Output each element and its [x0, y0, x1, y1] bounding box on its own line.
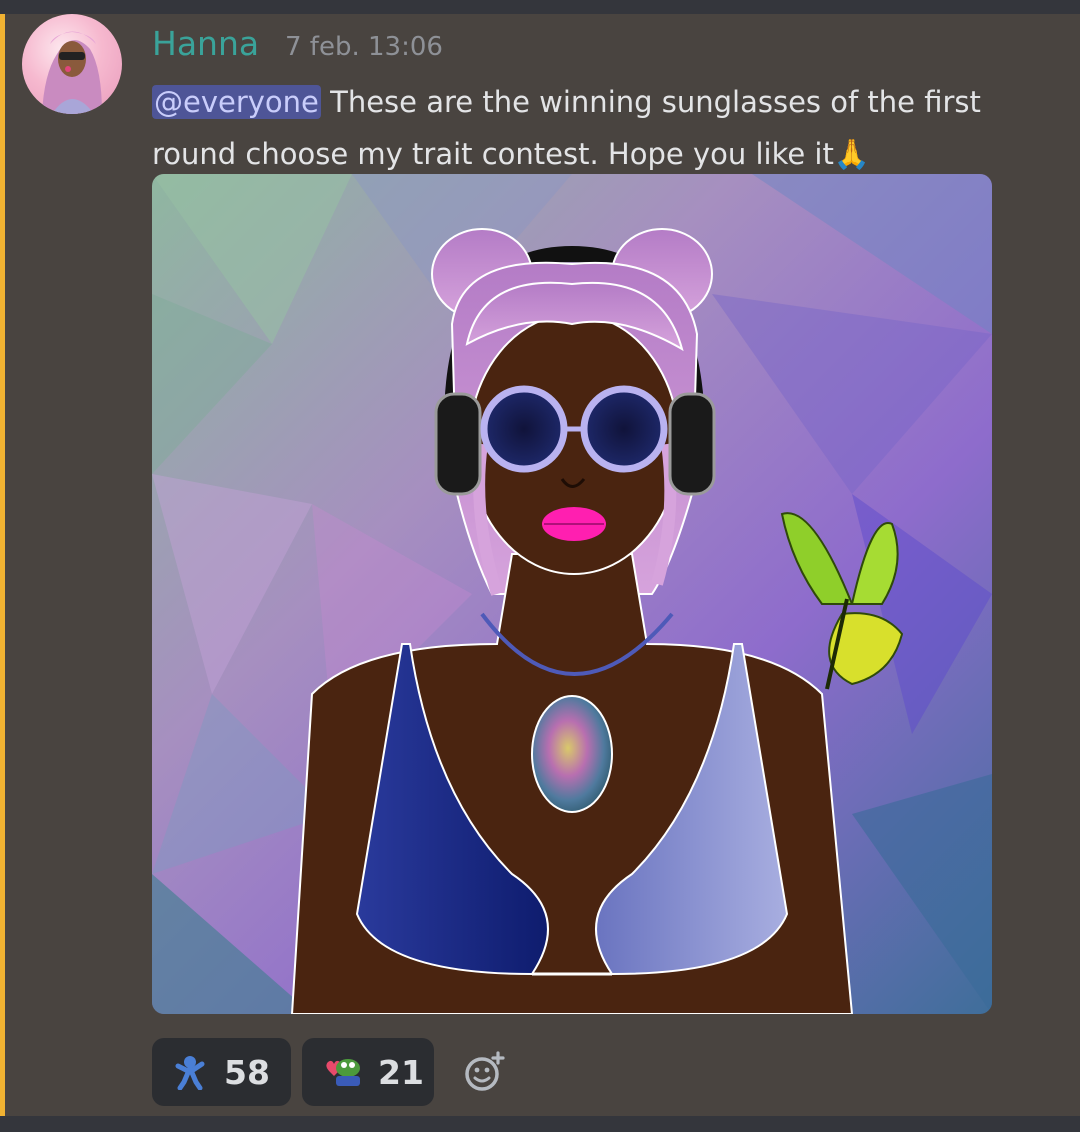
- message-timestamp[interactable]: 7 feb. 13:06: [285, 30, 443, 64]
- attachment-artwork: [152, 174, 992, 1014]
- message-text-line2: round choose my trait contest. Hope you …: [152, 137, 834, 171]
- author-avatar[interactable]: [22, 14, 122, 114]
- pepe-frog-heart-icon: [326, 1059, 360, 1086]
- reaction-count: 58: [224, 1052, 270, 1092]
- blue-dancing-character-icon: [175, 1056, 205, 1090]
- bottom-divider: [0, 1116, 1080, 1132]
- add-reaction-smiley-icon: [465, 1051, 505, 1091]
- reaction-dancing-character[interactable]: 58: [152, 1038, 291, 1106]
- message-content: @everyone These are the winning sunglass…: [152, 76, 1032, 180]
- avatar-image: [42, 31, 102, 114]
- image-attachment[interactable]: [152, 174, 992, 1014]
- mention-highlight-bar: [0, 14, 5, 1116]
- message-text-line1: These are the winning sunglasses of the …: [320, 85, 981, 119]
- top-divider: [0, 0, 1080, 14]
- add-reaction-button[interactable]: [462, 1050, 506, 1094]
- author-name[interactable]: Hanna: [152, 22, 259, 66]
- everyone-mention[interactable]: @everyone: [152, 85, 321, 119]
- reaction-count: 21: [378, 1052, 424, 1092]
- reaction-pepe-heart[interactable]: 21: [302, 1038, 434, 1106]
- folded-hands-emoji: 🙏: [833, 137, 870, 171]
